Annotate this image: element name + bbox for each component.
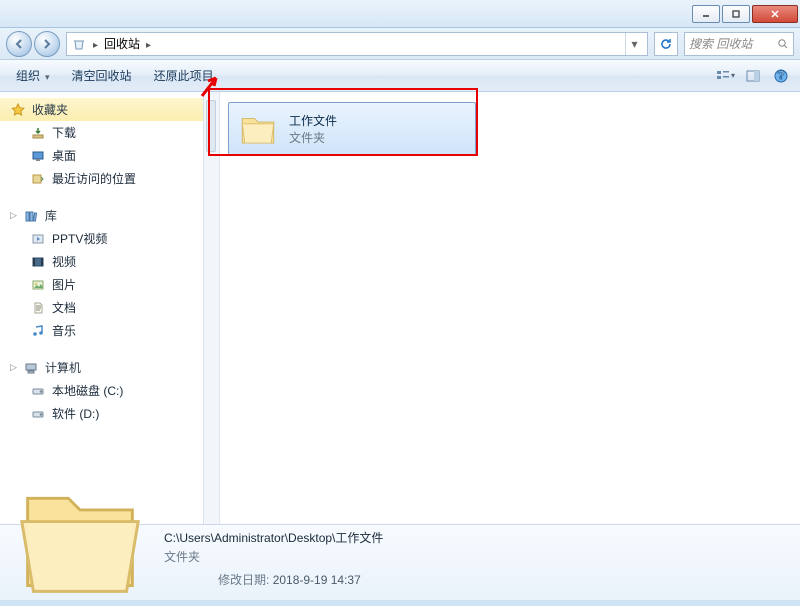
nav-computer-header[interactable]: ▷ 计算机 bbox=[0, 356, 203, 379]
nav-item-desktop[interactable]: 桌面 bbox=[0, 144, 203, 167]
nav-item-pptv[interactable]: PPTV视频 bbox=[0, 227, 203, 250]
toolbar: 组织 清空回收站 还原此项目 ▾ ? bbox=[0, 60, 800, 92]
preview-pane-button[interactable] bbox=[742, 65, 764, 87]
nav-item-drive-c[interactable]: 本地磁盘 (C:) bbox=[0, 379, 203, 402]
file-item-selected[interactable]: 工作文件 文件夹 bbox=[228, 102, 476, 156]
breadcrumb[interactable]: 回收站 bbox=[104, 35, 140, 52]
details-date: 修改日期: 2018-9-19 14:37 bbox=[164, 571, 383, 588]
libraries-icon bbox=[23, 208, 39, 224]
breadcrumb-separator-icon bbox=[91, 37, 100, 51]
forward-button[interactable] bbox=[34, 31, 60, 57]
address-dropdown[interactable]: ▾ bbox=[625, 33, 643, 55]
refresh-button[interactable] bbox=[654, 32, 678, 56]
pictures-icon bbox=[30, 277, 46, 293]
organize-button[interactable]: 组织 bbox=[8, 63, 58, 88]
nav-libraries-label: 库 bbox=[45, 207, 57, 224]
svg-text:?: ? bbox=[777, 68, 784, 82]
nav-item-drive-d[interactable]: 软件 (D:) bbox=[0, 402, 203, 425]
titlebar bbox=[0, 0, 800, 28]
content-area[interactable]: 工作文件 文件夹 bbox=[204, 92, 800, 524]
recent-icon bbox=[30, 171, 46, 187]
nav-item-music[interactable]: 音乐 bbox=[0, 319, 203, 342]
details-path: C:\Users\Administrator\Desktop\工作文件 bbox=[164, 529, 383, 546]
computer-icon bbox=[23, 360, 39, 376]
scrollbar[interactable] bbox=[204, 92, 220, 524]
nav-item-downloads[interactable]: 下载 bbox=[0, 121, 203, 144]
search-icon bbox=[777, 38, 789, 50]
video-icon bbox=[30, 231, 46, 247]
desktop-icon bbox=[30, 148, 46, 164]
nav-favorites-header[interactable]: 收藏夹 bbox=[0, 98, 203, 121]
nav-libraries-header[interactable]: ▷ 库 bbox=[0, 204, 203, 227]
empty-recycle-bin-button[interactable]: 清空回收站 bbox=[64, 63, 140, 88]
scroll-thumb[interactable] bbox=[206, 100, 216, 152]
download-icon bbox=[30, 125, 46, 141]
nav-item-video[interactable]: 视频 bbox=[0, 250, 203, 273]
close-button[interactable] bbox=[752, 5, 798, 23]
nav-favorites-label: 收藏夹 bbox=[32, 101, 68, 118]
nav-item-recent[interactable]: 最近访问的位置 bbox=[0, 167, 203, 190]
navigation-pane: 收藏夹 下载 桌面 最近访问的位置 ▷ 库 PPTV视频 视频 图片 文档 音乐… bbox=[0, 92, 204, 524]
drive-icon bbox=[30, 406, 46, 422]
recycle-bin-icon bbox=[71, 36, 87, 52]
details-pane: C:\Users\Administrator\Desktop\工作文件 文件夹 … bbox=[0, 524, 800, 600]
folder-large-icon bbox=[10, 475, 150, 595]
nav-item-documents[interactable]: 文档 bbox=[0, 296, 203, 319]
documents-icon bbox=[30, 300, 46, 316]
drive-icon bbox=[30, 383, 46, 399]
breadcrumb-separator-icon bbox=[144, 37, 153, 51]
minimize-button[interactable] bbox=[692, 5, 720, 23]
music-icon bbox=[30, 323, 46, 339]
back-button[interactable] bbox=[6, 31, 32, 57]
view-options-button[interactable]: ▾ bbox=[714, 65, 736, 87]
video-icon bbox=[30, 254, 46, 270]
star-icon bbox=[10, 102, 26, 118]
nav-computer-label: 计算机 bbox=[45, 359, 81, 376]
file-name: 工作文件 bbox=[289, 112, 337, 129]
maximize-button[interactable] bbox=[722, 5, 750, 23]
address-bar-row: 回收站 ▾ 搜索 回收站 bbox=[0, 28, 800, 60]
search-placeholder: 搜索 回收站 bbox=[689, 35, 752, 52]
folder-icon bbox=[237, 108, 279, 150]
help-button[interactable]: ? bbox=[770, 65, 792, 87]
details-type: 文件夹 bbox=[164, 548, 383, 565]
search-input[interactable]: 搜索 回收站 bbox=[684, 32, 794, 56]
file-type: 文件夹 bbox=[289, 129, 337, 146]
address-bar[interactable]: 回收站 ▾ bbox=[66, 32, 648, 56]
nav-item-pictures[interactable]: 图片 bbox=[0, 273, 203, 296]
restore-item-button[interactable]: 还原此项目 bbox=[146, 63, 222, 88]
